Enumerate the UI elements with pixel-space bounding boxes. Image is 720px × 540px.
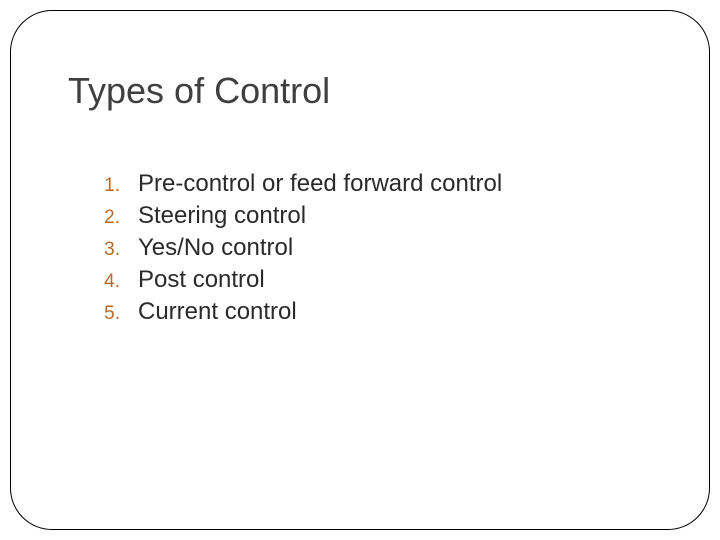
list-item: 5. Current control — [68, 298, 660, 326]
list-number: 2. — [68, 207, 138, 229]
list-number: 4. — [68, 271, 138, 293]
list-number: 3. — [68, 239, 138, 261]
list-text: Current control — [138, 298, 297, 326]
list-text: Post control — [138, 266, 265, 294]
list-text: Yes/No control — [138, 234, 293, 262]
list-item: 1. Pre-control or feed forward control — [68, 170, 660, 198]
list-item: 2. Steering control — [68, 202, 660, 230]
list-text: Steering control — [138, 202, 306, 230]
slide-content: Types of Control 1. Pre-control or feed … — [68, 70, 660, 330]
list-item: 4. Post control — [68, 266, 660, 294]
slide: Types of Control 1. Pre-control or feed … — [0, 0, 720, 540]
list-number: 5. — [68, 303, 138, 325]
list-item: 3. Yes/No control — [68, 234, 660, 262]
list-text: Pre-control or feed forward control — [138, 170, 502, 198]
list-number: 1. — [68, 175, 138, 197]
ordered-list: 1. Pre-control or feed forward control 2… — [68, 170, 660, 326]
slide-title: Types of Control — [68, 70, 660, 112]
